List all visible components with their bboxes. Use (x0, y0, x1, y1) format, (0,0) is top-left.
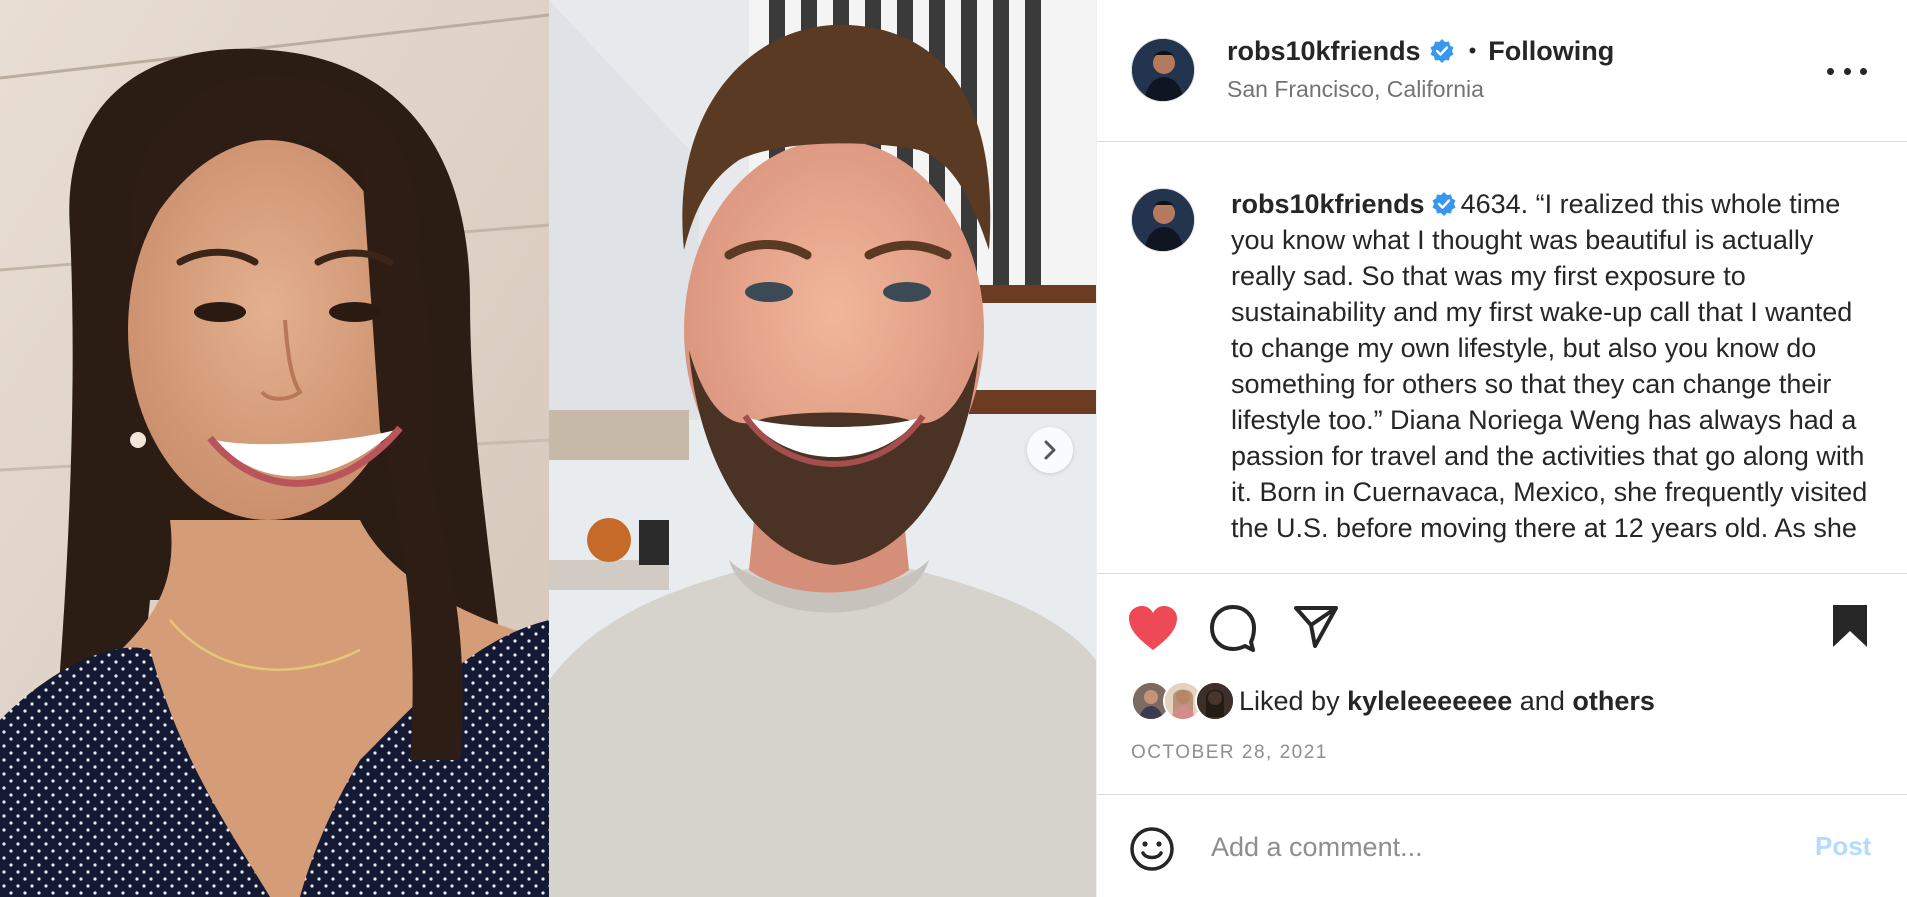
post-caption: robs10kfriends 4634. “I realized this wh… (1231, 186, 1881, 546)
more-options-icon[interactable] (1827, 56, 1867, 86)
bookmark-icon[interactable] (1831, 603, 1869, 649)
heart-icon[interactable] (1127, 604, 1179, 652)
caption-body: 4634. “I realized this whole time you kn… (1231, 189, 1868, 543)
chevron-right-icon (1044, 440, 1056, 460)
verified-badge-icon (1432, 192, 1456, 216)
post-author-username[interactable]: robs10kfriends (1227, 36, 1421, 67)
verified-badge-icon (1430, 39, 1454, 63)
liker-avatars[interactable] (1131, 681, 1235, 721)
caption-area: robs10kfriends 4634. “I realized this wh… (1097, 143, 1907, 573)
post-side-panel: robs10kfriends • Following San Francisco… (1096, 0, 1907, 897)
post-date[interactable]: OCTOBER 28, 2021 (1131, 742, 1328, 764)
post-actions: Liked by kyleleeeeeee and others OCTOBER… (1097, 573, 1907, 793)
following-button[interactable]: Following (1488, 36, 1614, 67)
avatar[interactable] (1131, 38, 1195, 102)
liked-by-and: and (1519, 685, 1565, 716)
liked-by-text: Liked by kyleleeeeeee and others (1239, 686, 1655, 717)
carousel-next-button[interactable] (1027, 427, 1073, 473)
separator-dot: • (1468, 38, 1477, 63)
emoji-icon[interactable] (1129, 826, 1175, 872)
post-comment-button[interactable]: Post (1815, 831, 1871, 862)
carousel-photo-left (0, 0, 549, 897)
post-location[interactable]: San Francisco, California (1227, 76, 1484, 103)
carousel-photo-right (549, 0, 1096, 897)
comment-bar: Post (1097, 794, 1907, 897)
comment-icon[interactable] (1209, 604, 1257, 652)
liked-by-user-link[interactable]: kyleleeeeeee (1347, 686, 1512, 716)
avatar[interactable] (1131, 188, 1195, 252)
liked-by-prefix: Liked by (1239, 685, 1340, 716)
liked-by-row: Liked by kyleleeeeeee and others (1131, 681, 1655, 721)
share-icon[interactable] (1293, 605, 1339, 649)
avatar[interactable] (1195, 681, 1235, 721)
liked-by-others-link[interactable]: others (1572, 686, 1655, 716)
caption-username[interactable]: robs10kfriends (1231, 189, 1425, 219)
post-media (0, 0, 1096, 897)
comment-input[interactable] (1211, 827, 1751, 867)
header-user-row: robs10kfriends • Following (1227, 34, 1614, 68)
post-header: robs10kfriends • Following San Francisco… (1097, 0, 1907, 142)
